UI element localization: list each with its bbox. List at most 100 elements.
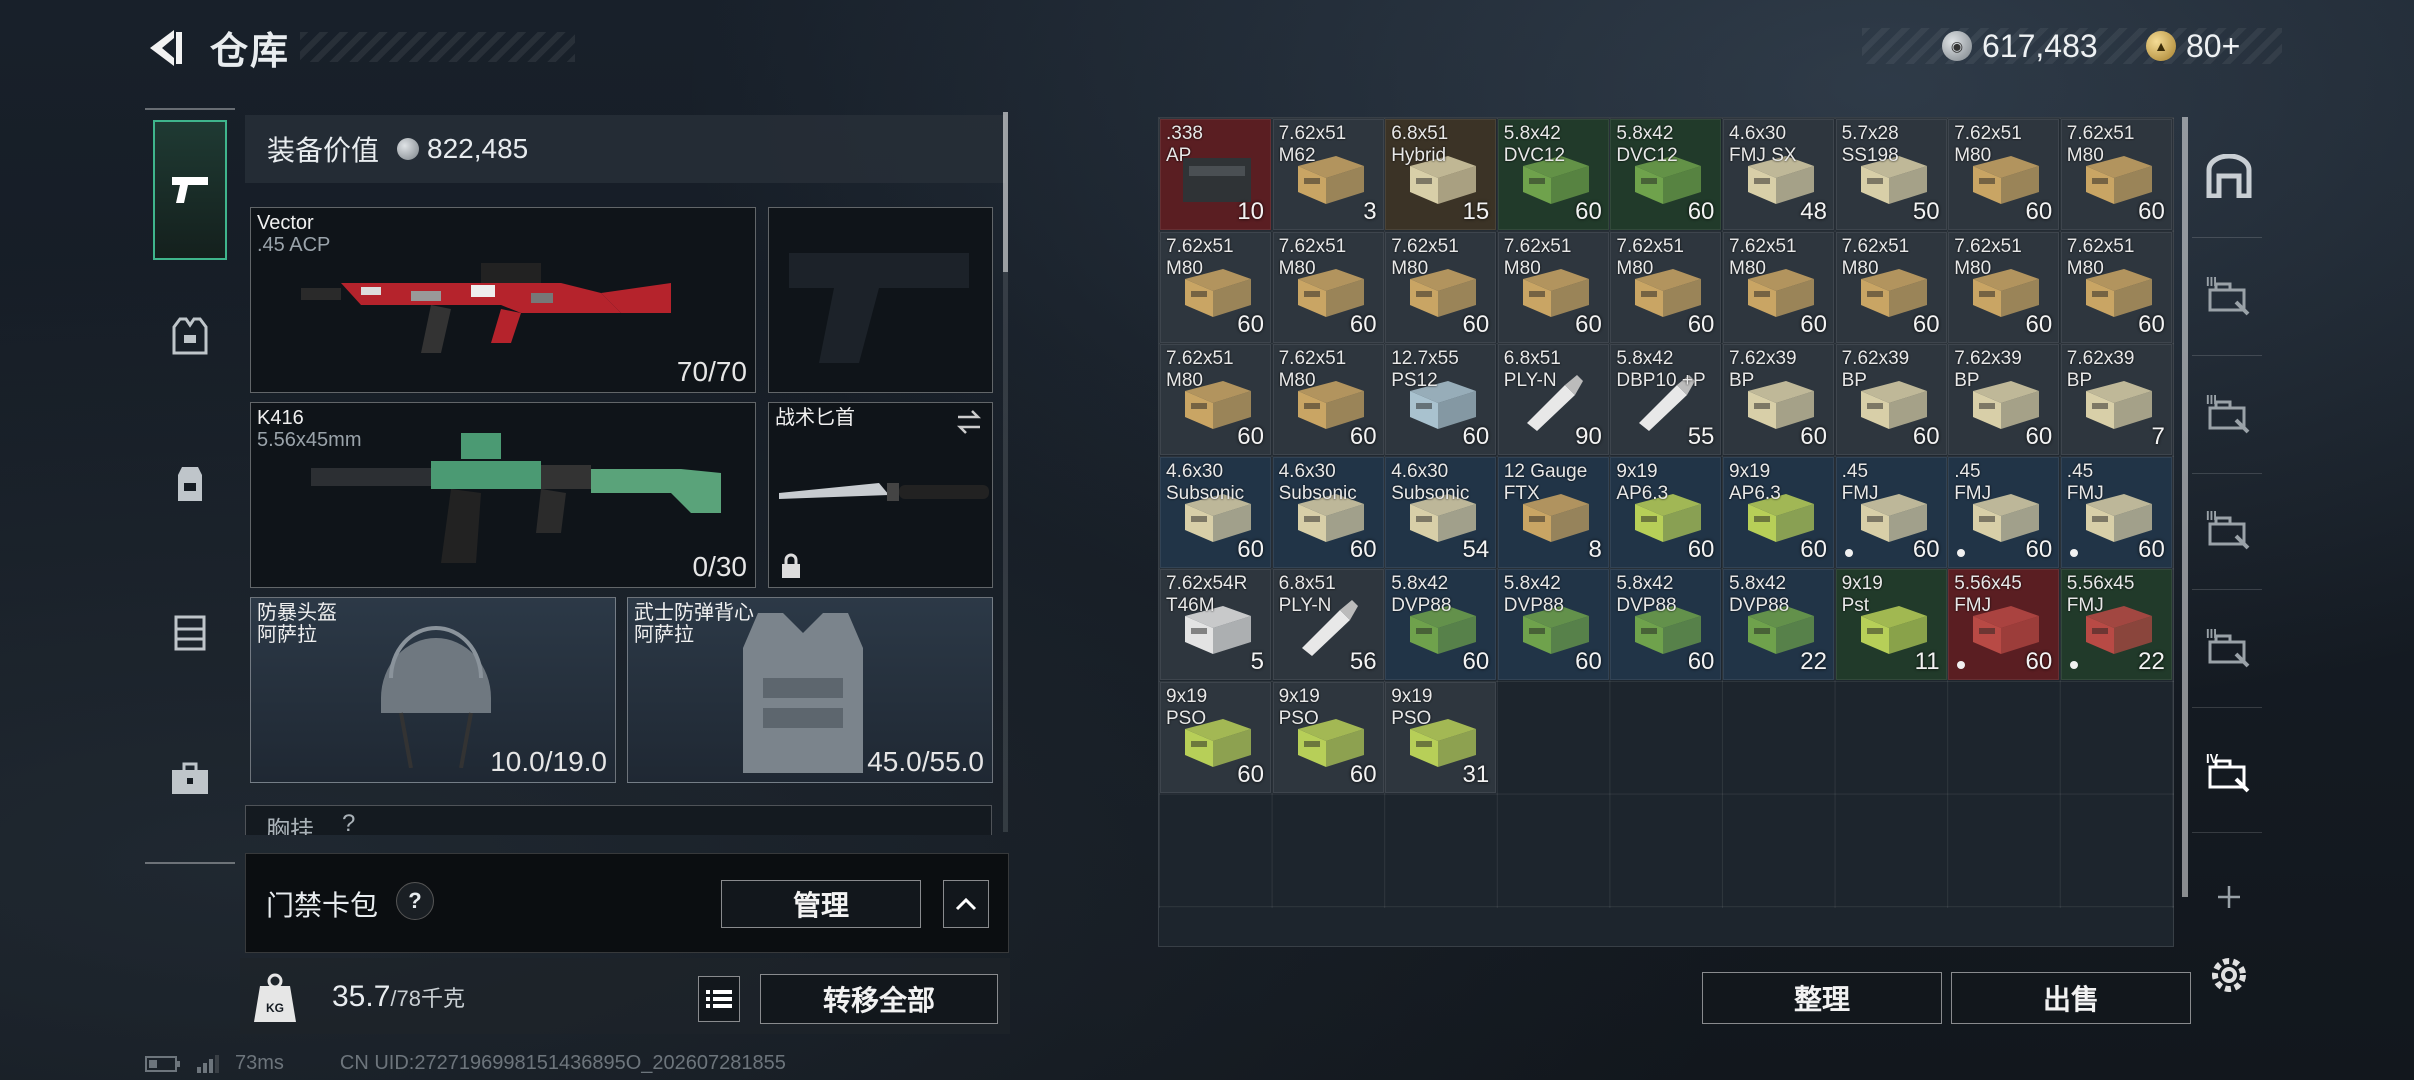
secondary-weapon-slot[interactable]: K416 5.56x45mm 0/30 (250, 402, 756, 588)
ammo-item[interactable]: 12.7x55 PS12 60 (1385, 344, 1497, 456)
ammo-caliber: 7.62x51 (1278, 235, 1347, 257)
vest-icon (172, 317, 208, 355)
ammo-item[interactable]: 5.7x28 SS198 50 (1835, 119, 1947, 230)
ammo-item[interactable]: 5.8x42 DVP88 60 (1385, 569, 1497, 681)
ammo-item[interactable]: 7.62x51 M80 60 (1160, 344, 1271, 456)
storage-tab-6[interactable]: IV (2198, 742, 2260, 804)
ammo-item[interactable]: .338 AP 10 (1160, 119, 1271, 230)
storage-tab-7[interactable] (2198, 868, 2260, 930)
ammo-quantity: 60 (1687, 310, 1715, 338)
storage-tab-3[interactable]: III (2198, 383, 2260, 445)
ammo-item[interactable]: 5.56x45 FMJ 22 (2060, 569, 2172, 681)
ammo-item[interactable]: 7.62x39 BP 60 (1835, 344, 1947, 456)
keycard-bag-label: 门禁卡包 (266, 890, 379, 921)
ammo-item[interactable]: 6.8x51 PLY-N 56 (1272, 569, 1384, 681)
manage-button[interactable]: 管理 (721, 880, 921, 928)
sell-button[interactable]: 出售 (1951, 972, 2191, 1024)
ammo-item[interactable]: 7.62x51 M80 60 (2060, 231, 2172, 343)
ammo-item[interactable]: 7.62x51 M80 60 (1948, 231, 2060, 343)
ammo-caliber: .45 (1954, 460, 1981, 482)
ammo-item[interactable]: 4.6x30 Subsonic 54 (1385, 456, 1497, 568)
ammo-item[interactable]: 7.62x39 BP 60 (1948, 344, 2060, 456)
expand-button[interactable] (943, 880, 989, 928)
ammo-item[interactable]: 7.62x51 M80 60 (1272, 344, 1384, 456)
silver-currency[interactable]: ◉ 617,483 (1942, 26, 2098, 66)
ammo-caliber: 7.62x51 (1616, 235, 1685, 257)
body-armor-slot[interactable]: 武士防弹背心 阿萨拉 45.0/55.0 (627, 597, 993, 783)
ammo-item[interactable]: 7.62x51 M80 60 (1497, 231, 1609, 343)
ammo-item[interactable]: 7.62x51 M80 60 (2060, 119, 2172, 230)
ammo-item[interactable]: 9x19 AP6.3 60 (1723, 456, 1834, 568)
ammo-item[interactable]: 7.62x51 M80 60 (1948, 119, 2060, 230)
ammo-item[interactable]: 6.8x51 PLY-N 90 (1497, 344, 1609, 456)
ammo-item[interactable]: 5.8x42 DBP10 +P 55 (1610, 344, 1722, 456)
storage-tab-1[interactable] (2198, 147, 2260, 209)
ammo-item[interactable]: 5.8x42 DVP88 60 (1497, 569, 1609, 681)
ammo-quantity: 60 (1687, 198, 1715, 225)
ammo-item[interactable]: 7.62x39 BP 7 (2060, 344, 2172, 456)
ammo-quantity: 60 (2138, 198, 2165, 225)
ammo-item[interactable]: .45 FMJ 60 (1948, 456, 2060, 568)
sidearm-slot[interactable] (768, 207, 993, 393)
rail-weapons[interactable] (153, 120, 227, 260)
ammo-item[interactable]: 4.6x30 Subsonic 60 (1272, 456, 1384, 568)
ammo-item[interactable]: 7.62x54R T46M 5 (1160, 569, 1271, 681)
weapon-ammo-count: 0/30 (692, 551, 748, 582)
ammo-item[interactable]: 9x19 PSO 60 (1160, 682, 1271, 793)
helmet-slot[interactable]: 防暴头盔 阿萨拉 10.0/19.0 (250, 597, 616, 783)
stash-scrollbar[interactable] (2182, 117, 2188, 897)
melee-slot[interactable]: 战术匕首 (768, 402, 993, 588)
ammo-caliber: 4.6x30 (1391, 460, 1449, 482)
sort-button[interactable]: 整理 (1702, 972, 1942, 1024)
ammo-item[interactable]: 7.62x51 M62 3 (1272, 119, 1384, 230)
ammo-item[interactable]: 7.62x39 BP 60 (1723, 344, 1834, 456)
ammo-item[interactable]: 6.8x51 Hybrid 15 (1385, 119, 1497, 230)
ammo-item[interactable]: 7.62x51 M80 60 (1835, 231, 1947, 343)
settings-button[interactable] (2198, 944, 2260, 1006)
ammo-item[interactable]: 5.8x42 DVP88 60 (1610, 569, 1722, 681)
ammo-item[interactable]: 7.62x51 M80 60 (1385, 231, 1497, 343)
primary-weapon-slot[interactable]: Vector .45 ACP 70/70 (250, 207, 756, 393)
armor-name: 武士防弹背心 (634, 602, 754, 624)
ammo-item[interactable]: 5.8x42 DVC12 60 (1610, 119, 1722, 230)
ammo-caliber: 9x19 (1391, 686, 1433, 707)
ammo-item[interactable]: 4.6x30 Subsonic 60 (1160, 456, 1271, 568)
swap-icon[interactable] (954, 409, 984, 435)
transfer-all-button[interactable]: 转移全部 (760, 974, 998, 1024)
rail-chest-rig[interactable] (153, 594, 227, 668)
loadout-scrollbar-thumb[interactable] (1003, 112, 1008, 272)
ammo-type: M80 (1841, 257, 1879, 279)
back-arrow-icon (150, 30, 182, 66)
gold-currency[interactable]: ▲ 80+ (2146, 26, 2240, 66)
ammo-item[interactable]: 7.62x51 M80 60 (1160, 231, 1271, 343)
ammo-caliber: 9x19 (1616, 460, 1658, 482)
ammo-item[interactable]: .45 FMJ 60 (2060, 456, 2172, 568)
rail-backpack[interactable] (153, 446, 227, 520)
body-armor-icon (743, 613, 863, 773)
ammo-quantity: 60 (1912, 310, 1940, 338)
storage-tab-5[interactable]: III (2198, 617, 2260, 679)
list-view-button[interactable] (698, 976, 740, 1022)
ammo-item[interactable]: 4.6x30 FMJ SX 48 (1723, 119, 1834, 230)
ammo-item[interactable]: 7.62x51 M80 60 (1610, 231, 1722, 343)
rail-case[interactable] (153, 742, 227, 816)
ammo-item[interactable]: .45 FMJ 60 (1835, 456, 1947, 568)
ammo-item[interactable]: 7.62x51 M80 60 (1723, 231, 1834, 343)
ammo-item[interactable]: 9x19 Pst 11 (1835, 569, 1947, 681)
back-button[interactable] (140, 22, 192, 74)
ammo-item[interactable]: 5.8x42 DVC12 60 (1497, 119, 1609, 230)
ammo-caliber: .338 (1166, 123, 1203, 144)
ammo-item[interactable]: 9x19 AP6.3 60 (1610, 456, 1722, 568)
ammo-item[interactable]: 9x19 PSO 60 (1272, 682, 1384, 793)
ammo-item[interactable]: 12 Gauge FTX 8 (1497, 456, 1609, 568)
ammo-item[interactable]: 7.62x51 M80 60 (1272, 231, 1384, 343)
ammo-item[interactable]: 9x19 PSO 31 (1385, 682, 1497, 793)
help-icon[interactable]: ? (396, 882, 434, 920)
ammo-item[interactable]: 5.8x42 DVP88 22 (1723, 569, 1834, 681)
ammo-item[interactable]: 5.56x45 FMJ 60 (1948, 569, 2060, 681)
storage-tab-2[interactable]: III (2198, 265, 2260, 327)
storage-tab-4[interactable]: III (2198, 499, 2260, 561)
ammo-quantity: 60 (2025, 310, 2053, 338)
rail-armor[interactable] (153, 300, 227, 374)
chest-rig-slot[interactable]: 胸挂 ? (245, 805, 992, 835)
